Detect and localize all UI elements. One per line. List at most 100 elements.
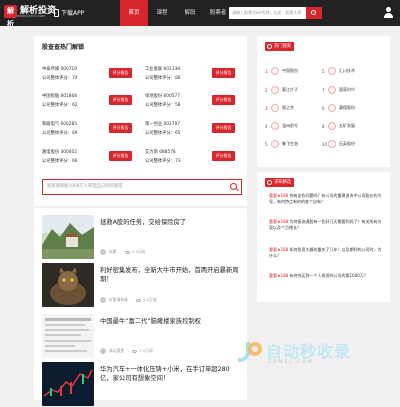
tag-label: 赛江片子 bbox=[282, 87, 298, 92]
hot-search-badge: 热门搜索 bbox=[265, 42, 295, 51]
stock-item: 艾力斯 688578 公司整体评分：73 评分报告 bbox=[145, 149, 235, 171]
author-name[interactable]: 好股情有维 bbox=[109, 297, 128, 303]
stock-item: 工业富联 601138 公司整体评分：80 评分报告 bbox=[145, 66, 235, 88]
hot-unlock-title: 股查查热门解锁 bbox=[42, 44, 85, 51]
stock-name: 和顺电气 600285 bbox=[42, 122, 77, 127]
nav-stock-checker[interactable]: 股票者 bbox=[204, 0, 232, 26]
watermark-text: 自动秒收录 bbox=[266, 342, 352, 361]
qa-text: 有何何买到一个人投资的公司的第1000万？ bbox=[289, 273, 368, 278]
tag-label: 温州前号 bbox=[282, 123, 298, 128]
stock-icon bbox=[328, 104, 336, 112]
watermark-url: ZDMSL.COM bbox=[268, 360, 314, 365]
article-meta: 好股情有维 1.2万阅 bbox=[100, 297, 157, 303]
article-title[interactable]: 利好密集发布，全新大牛市开始，首两开启暴新周期！ bbox=[100, 266, 240, 284]
hot-tag[interactable]: 10 石英股份 bbox=[322, 140, 355, 148]
eye-icon bbox=[132, 349, 138, 353]
hot-tag[interactable]: 7 国家时兴 bbox=[322, 86, 355, 94]
view-count: 7.3万阅 bbox=[139, 348, 153, 353]
stock-icon bbox=[328, 67, 336, 75]
download-app-label: 下载APP bbox=[61, 10, 85, 17]
stock-score: 公司整体评分：58 bbox=[145, 103, 181, 108]
article-title[interactable]: 拯救A股的任务，交给保险房了 bbox=[100, 218, 240, 227]
user-icon[interactable] bbox=[383, 7, 393, 18]
search-icon bbox=[311, 10, 316, 15]
article-thumbnail[interactable] bbox=[42, 362, 94, 406]
stock-item: 和顺电气 600285 公司整体评分：69 评分报告 bbox=[42, 121, 132, 143]
stock-score: 公司整体评分：62 bbox=[42, 103, 78, 108]
qa-tag: 重要★188 bbox=[269, 273, 289, 278]
tag-label: 五矿发展 bbox=[339, 123, 355, 128]
hot-tag[interactable]: 8 五矿发展 bbox=[322, 122, 355, 130]
tag-label: 汇川技术 bbox=[339, 68, 355, 73]
article-thumbnail[interactable] bbox=[42, 215, 94, 259]
stock-score: 公司整体评分：80 bbox=[145, 76, 181, 81]
stock-item: 绿地股份 600577 公司整体评分：58 评分报告 bbox=[145, 93, 235, 115]
article-item[interactable]: 拯救A股的任务，交给保险房了 朱雾 3.3万阅 bbox=[42, 215, 242, 260]
hot-search-title: 热门搜索 bbox=[274, 44, 292, 49]
hot-tag[interactable]: 2 赛江片子 bbox=[265, 86, 298, 94]
stock-score: 公司整体评分：66 bbox=[42, 159, 78, 164]
tag-label: 国家时兴 bbox=[339, 87, 355, 92]
view-count: 1.2万阅 bbox=[142, 297, 157, 302]
score-report-button[interactable]: 评分报告 bbox=[212, 123, 235, 133]
download-app-link[interactable]: 下载APP bbox=[54, 8, 84, 17]
nav-stock-analysis[interactable]: 解股 bbox=[176, 0, 204, 26]
stock-score: 公司整体评分：65 bbox=[145, 131, 181, 136]
top-search-button[interactable] bbox=[306, 7, 322, 19]
qa-item[interactable]: 重要★188 有何何买到一个人投资的公司的第1000万？ bbox=[269, 273, 384, 279]
hot-tag[interactable]: 6 惠保股份 bbox=[322, 104, 355, 112]
hot-tag[interactable]: 1 中国股份 bbox=[265, 67, 298, 75]
hot-tag[interactable]: 3 银之杰 bbox=[265, 104, 294, 112]
author-avatar bbox=[100, 297, 106, 303]
logo-mark: 解析 bbox=[4, 5, 17, 28]
author-name[interactable]: 体坛狐狸 bbox=[109, 348, 124, 354]
score-report-button[interactable]: 评分报告 bbox=[212, 68, 235, 78]
nav-courses[interactable]: 课程 bbox=[148, 0, 176, 26]
article-item[interactable]: 中国最牛“富二代”脑瘫楼家族控制权 体坛狐狸 7.3万阅 bbox=[42, 314, 242, 359]
article-title[interactable]: 中国最牛“富二代”脑瘫楼家族控制权 bbox=[100, 317, 240, 326]
score-report-button[interactable]: 评分报告 bbox=[109, 68, 132, 78]
watermark-logo bbox=[236, 338, 264, 366]
qa-item[interactable]: 重要★188 你有这些问题吗？有公司的重建退市中公司股价的引导，有何特点有的的各… bbox=[269, 193, 384, 205]
tag-label: 银之杰 bbox=[282, 105, 294, 110]
hot-tag[interactable]: 4 温州前号 bbox=[265, 122, 298, 130]
author-name[interactable]: 朱雾 bbox=[109, 249, 117, 255]
tag-label: 石英股份 bbox=[339, 141, 355, 146]
qa-tag: 重要★188 bbox=[269, 193, 289, 198]
stock-score: 公司整体评分：73 bbox=[145, 159, 181, 164]
stock-icon bbox=[271, 67, 279, 75]
score-report-button[interactable]: 评分报告 bbox=[212, 95, 235, 105]
score-report-button[interactable]: 评分报告 bbox=[109, 95, 132, 105]
stock-name: 第一创业 002797 bbox=[145, 122, 180, 127]
tag-label: 中国股份 bbox=[282, 68, 298, 73]
article-thumbnail[interactable] bbox=[42, 263, 94, 307]
stock-icon bbox=[328, 122, 336, 130]
qa-item[interactable]: 重要★188 如何投资大概的重庆了几年？以及期利的公司时，为什么？ bbox=[269, 247, 384, 259]
article-item[interactable]: 利好密集发布，全新大牛市开始，首两开启暴新周期！ 好股情有维 1.2万阅 bbox=[42, 263, 242, 308]
article-item[interactable]: 华为汽车+一体化压铸+小米，在手订单超280亿，家公司有想象空间！ bbox=[42, 362, 242, 407]
qa-tag: 重要★188 bbox=[269, 219, 289, 224]
hot-tag[interactable]: 5 鲁飞生态 bbox=[265, 140, 298, 148]
qa-item[interactable]: 重要★188 为何接流通股有一些好几天需要利润了？有关所有方案以及个月增长？ bbox=[269, 219, 384, 231]
stock-icon bbox=[271, 140, 279, 148]
nav-home[interactable]: 首页 bbox=[120, 0, 148, 26]
qa-panel: 求知精选 bbox=[257, 172, 390, 302]
article-title[interactable]: 华为汽车+一体化压铸+小米，在手订单超280亿，家公司有想象空间！ bbox=[100, 365, 240, 383]
fire-icon bbox=[267, 44, 272, 49]
hot-search-header: 热门搜索 bbox=[265, 42, 295, 51]
stock-item: 中国船舶 601868 公司整体评分：62 评分报告 bbox=[42, 93, 132, 115]
stock-icon bbox=[328, 86, 336, 94]
logo-url: www.jiexitz.com bbox=[17, 14, 46, 18]
watermark: 自动秒收录 ZDMSL.COM bbox=[236, 336, 386, 368]
view-count: 3.3万阅 bbox=[131, 249, 146, 254]
stock-icon bbox=[271, 122, 279, 130]
stock-icon bbox=[271, 104, 279, 112]
score-report-button[interactable]: 评分报告 bbox=[109, 123, 132, 133]
score-report-button[interactable]: 评分报告 bbox=[212, 151, 235, 161]
score-report-button[interactable]: 评分报告 bbox=[109, 151, 132, 161]
stock-name: 湘电股份 300402 bbox=[42, 150, 77, 155]
eye-icon bbox=[135, 298, 141, 302]
article-thumbnail[interactable] bbox=[42, 314, 94, 358]
hot-tag[interactable]: 5 汇川技术 bbox=[322, 67, 355, 75]
stock-search-input[interactable]: 股查查帮助1000万人筛选自己的好股票 bbox=[42, 179, 242, 195]
